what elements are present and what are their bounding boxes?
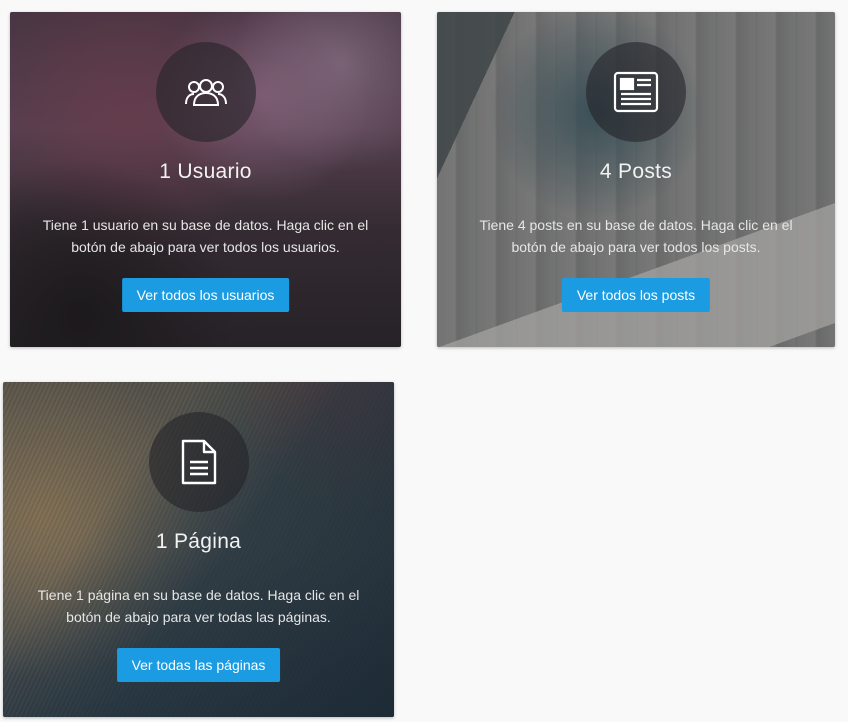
view-all-posts-button[interactable]: Ver todos los posts	[561, 278, 711, 312]
view-all-pages-button[interactable]: Ver todas las páginas	[116, 648, 281, 682]
users-icon	[184, 77, 228, 107]
icon-circle	[148, 412, 249, 512]
view-all-users-button[interactable]: Ver todos los usuarios	[121, 278, 290, 312]
document-icon	[179, 438, 219, 486]
card-title: 1 Usuario	[159, 160, 252, 183]
card-description: Tiene 1 página en su base de datos. Haga…	[37, 587, 360, 625]
card-description: Tiene 1 usuario en su base de datos. Hag…	[42, 217, 369, 255]
pages-card: 1 Página Tiene 1 página en su base de da…	[3, 382, 394, 717]
newspaper-icon	[612, 70, 660, 114]
users-card: 1 Usuario Tiene 1 usuario en su base de …	[10, 12, 401, 347]
card-description: Tiene 4 posts en su base de datos. Haga …	[479, 217, 793, 255]
icon-circle	[586, 42, 686, 142]
card-title: 4 Posts	[599, 160, 673, 183]
icon-circle	[155, 42, 256, 142]
posts-card: 4 Posts Tiene 4 posts en su base de dato…	[437, 12, 835, 347]
card-title: 1 Página	[155, 530, 242, 553]
